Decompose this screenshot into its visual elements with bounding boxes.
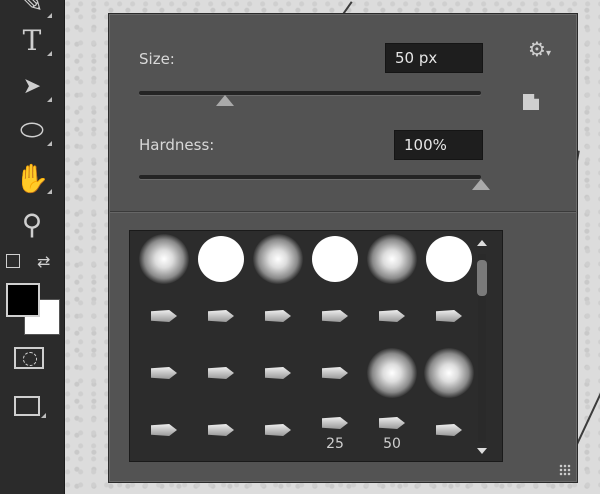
brush-preset[interactable] (193, 402, 249, 458)
brush-tip-icon (436, 424, 462, 436)
zoom-tool-icon[interactable]: ⚲ (10, 204, 54, 244)
brush-tip-icon (208, 310, 234, 322)
brush-preset[interactable] (421, 345, 477, 401)
default-colors-icon[interactable] (6, 254, 20, 268)
brush-tip-icon (379, 310, 405, 322)
resize-grip-icon[interactable] (559, 464, 571, 476)
pen-icon[interactable]: ✎ (10, 0, 54, 22)
hardness-slider-thumb[interactable] (472, 179, 490, 190)
swap-colors-icon[interactable]: ⇄ (37, 252, 50, 271)
brush-tip-icon (379, 417, 405, 429)
soft-round-brush-icon (424, 348, 474, 398)
new-preset-icon[interactable] (523, 94, 539, 110)
size-label: Size: (139, 50, 175, 68)
brush-preset[interactable] (307, 231, 363, 287)
brush-grid-scrollbar[interactable] (474, 234, 492, 460)
hardness-slider[interactable] (139, 175, 481, 179)
brush-preset[interactable] (193, 231, 249, 287)
quick-mask-ring (23, 352, 37, 366)
brush-preset[interactable] (421, 402, 477, 458)
scroll-down-arrow[interactable] (477, 448, 487, 454)
brush-preset-picker: Size: 50 px ⚙▾ Hardness: 100% 25 50 (108, 13, 578, 483)
brush-preset[interactable] (193, 345, 249, 401)
hard-round-brush-icon (312, 236, 358, 282)
scroll-thumb[interactable] (477, 260, 487, 296)
brush-tip-icon (151, 424, 177, 436)
hardness-input[interactable]: 100% (394, 130, 483, 160)
hard-round-brush-icon (198, 236, 244, 282)
brush-tip-icon (151, 367, 177, 379)
screen-mode-icon[interactable] (14, 396, 46, 418)
brush-preset[interactable] (136, 402, 192, 458)
foreground-color-swatch[interactable] (6, 283, 40, 317)
brush-tip-icon (265, 310, 291, 322)
brush-tip-icon (208, 367, 234, 379)
brush-preset[interactable] (136, 345, 192, 401)
ellipse-tool-icon[interactable]: ⬭ (10, 110, 54, 150)
soft-round-brush-icon (139, 234, 189, 284)
brush-size-label: 50 (383, 436, 401, 452)
brush-preset[interactable] (421, 288, 477, 344)
brush-preset[interactable] (250, 231, 306, 287)
brush-tip-icon (265, 367, 291, 379)
hardness-label: Hardness: (139, 136, 215, 154)
brush-preset[interactable] (250, 345, 306, 401)
hard-round-brush-icon (426, 236, 472, 282)
brush-preset[interactable] (193, 288, 249, 344)
soft-round-brush-icon (367, 234, 417, 284)
brush-preset[interactable] (364, 288, 420, 344)
brush-tip-icon (436, 310, 462, 322)
brush-preset[interactable] (307, 288, 363, 344)
brush-tip-icon (322, 417, 348, 429)
brush-tip-icon (322, 310, 348, 322)
quick-mask-icon[interactable] (14, 347, 44, 369)
brush-preset[interactable] (364, 345, 420, 401)
type-tool-icon[interactable]: T (10, 20, 54, 60)
panel-divider (110, 211, 576, 212)
tools-panel: ✎ T ➤ ⬭ ✋ ⚲ ⇄ (0, 0, 65, 494)
brush-tip-icon (208, 424, 234, 436)
brush-presets-grid[interactable]: 25 50 (129, 230, 503, 462)
brush-preset[interactable] (250, 288, 306, 344)
brush-preset[interactable] (250, 402, 306, 458)
path-selection-icon[interactable]: ➤ (10, 66, 54, 106)
soft-round-brush-icon (253, 234, 303, 284)
tool-corner-triangle (41, 413, 46, 418)
size-input[interactable]: 50 px (385, 43, 483, 73)
brush-tip-icon (151, 310, 177, 322)
brush-preset[interactable] (307, 345, 363, 401)
gear-icon[interactable]: ⚙▾ (528, 37, 551, 61)
hand-tool-icon[interactable]: ✋ (10, 158, 54, 198)
brush-preset[interactable] (136, 231, 192, 287)
brush-preset[interactable] (421, 231, 477, 287)
brush-preset[interactable] (136, 288, 192, 344)
soft-round-brush-icon (367, 348, 417, 398)
size-slider-thumb[interactable] (216, 95, 234, 106)
brush-preset[interactable] (364, 231, 420, 287)
brush-tip-icon (265, 424, 291, 436)
brush-size-label: 25 (326, 436, 344, 452)
scroll-up-arrow[interactable] (477, 240, 487, 246)
size-slider[interactable] (139, 91, 481, 95)
brush-tip-icon (322, 367, 348, 379)
